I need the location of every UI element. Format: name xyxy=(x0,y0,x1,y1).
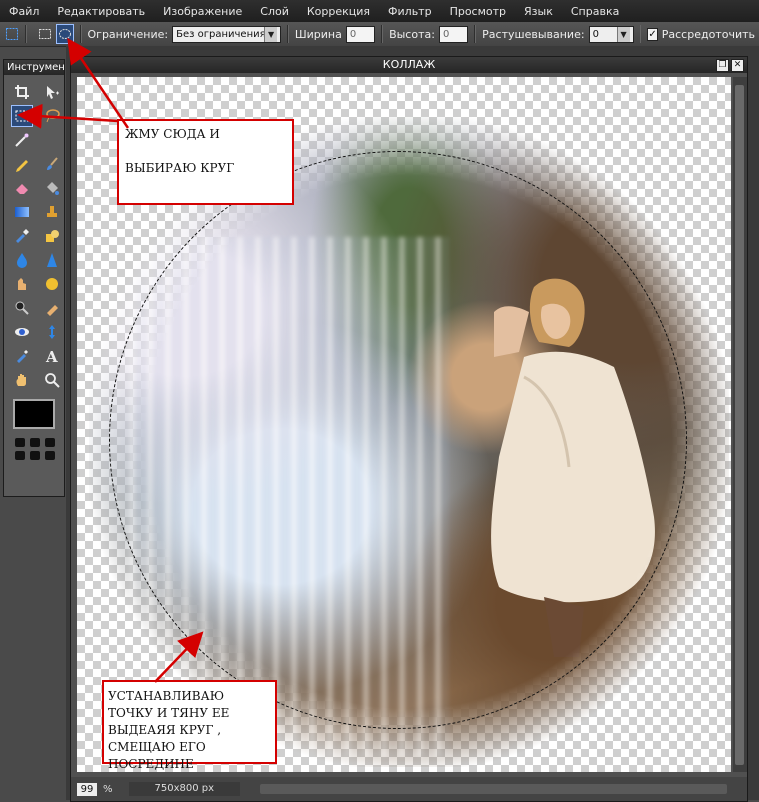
pencil-tool-icon[interactable] xyxy=(11,153,33,175)
vertical-scrollbar[interactable] xyxy=(733,77,747,772)
rect-selection-mode-button[interactable] xyxy=(37,25,52,43)
divider xyxy=(639,25,642,43)
chevron-down-icon: ▼ xyxy=(264,26,278,42)
menu-file[interactable]: Файл xyxy=(0,5,48,18)
zoom-tool-icon[interactable] xyxy=(41,369,63,391)
menu-bar: Файл Редактировать Изображение Слой Корр… xyxy=(0,0,759,23)
menu-view[interactable]: Просмотр xyxy=(441,5,515,18)
annotation-top-line2: ВЫБИРАЮ КРУГ xyxy=(125,161,235,175)
divider xyxy=(25,25,28,43)
annotation-top-line1: ЖМУ СЮДА И xyxy=(125,127,220,141)
zoom-input[interactable]: 99 xyxy=(77,782,97,796)
svg-text:A: A xyxy=(45,348,58,364)
brush-tool-icon[interactable] xyxy=(41,153,63,175)
blur-tool-icon[interactable] xyxy=(11,249,33,271)
menu-help[interactable]: Справка xyxy=(562,5,628,18)
scroll-thumb[interactable] xyxy=(735,85,744,765)
clone-stamp-tool-icon[interactable] xyxy=(41,201,63,223)
maximize-icon[interactable]: ❐ xyxy=(716,59,729,72)
eraser-tool-icon[interactable] xyxy=(11,177,33,199)
constraint-label: Ограничение: xyxy=(87,27,169,41)
document-titlebar: КОЛЛАЖ ❐ ✕ xyxy=(71,57,747,73)
menu-language[interactable]: Язык xyxy=(515,5,562,18)
height-label: Высота: xyxy=(389,27,435,41)
divider xyxy=(474,25,477,43)
marquee-tool-indicator-icon xyxy=(4,25,19,43)
constraint-value: Без ограничения xyxy=(176,28,265,40)
menu-edit[interactable]: Редактировать xyxy=(48,5,154,18)
red-eye-tool-icon[interactable] xyxy=(11,321,33,343)
divider xyxy=(79,25,82,43)
annotation-note-top: ЖМУ СЮДА И ВЫБИРАЮ КРУГ xyxy=(117,119,294,205)
height-input[interactable]: 0 xyxy=(438,25,469,43)
color-replace-tool-icon[interactable] xyxy=(11,225,33,247)
width-label: Ширина xyxy=(294,27,342,41)
feather-value: 0 xyxy=(592,28,599,40)
zoom-unit: % xyxy=(103,783,113,795)
constraint-select[interactable]: Без ограничения ▼ xyxy=(172,25,282,43)
preset-swatch[interactable] xyxy=(45,451,55,460)
tools-panel-title: Инструменты xyxy=(4,60,64,75)
preset-swatch[interactable] xyxy=(15,451,25,460)
gradient-tool-icon[interactable] xyxy=(11,201,33,223)
sharpen-tool-icon[interactable] xyxy=(41,249,63,271)
foreground-color-swatch[interactable] xyxy=(13,399,55,429)
tools-panel: Инструменты A xyxy=(3,59,65,497)
feather-label: Растушевывание: xyxy=(482,27,585,41)
annotation-note-bottom: УСТАНАВЛИВАЮ ТОЧКУ И ТЯНУ ЕЕ ВЫДЕАЯЯ КРУ… xyxy=(102,680,277,771)
type-tool-icon[interactable]: A xyxy=(41,345,63,367)
chevron-down-icon: ▼ xyxy=(616,26,630,42)
menu-filter[interactable]: Фильтр xyxy=(379,5,441,18)
burn-tool-icon[interactable] xyxy=(41,297,63,319)
paint-bucket-tool-icon[interactable] xyxy=(41,177,63,199)
smudge-tool-icon[interactable] xyxy=(11,273,33,295)
horizontal-scrollbar[interactable] xyxy=(260,784,727,794)
preset-swatch[interactable] xyxy=(30,438,40,447)
preset-swatch[interactable] xyxy=(15,438,25,447)
ellipse-selection-mode-button[interactable] xyxy=(56,24,74,44)
antialias-label: Рассредоточить xyxy=(661,27,755,41)
sponge-tool-icon[interactable] xyxy=(41,273,63,295)
magic-wand-tool-icon[interactable] xyxy=(11,129,33,151)
color-picker-tool-icon[interactable] xyxy=(11,345,33,367)
empty-slot xyxy=(41,129,63,151)
document-title: КОЛЛАЖ xyxy=(382,58,436,71)
options-bar: Ограничение: Без ограничения ▼ Ширина 0 … xyxy=(0,22,759,47)
close-icon[interactable]: ✕ xyxy=(731,59,744,72)
menu-image[interactable]: Изображение xyxy=(154,5,251,18)
preset-swatch[interactable] xyxy=(30,451,40,460)
menu-layer[interactable]: Слой xyxy=(251,5,298,18)
color-presets xyxy=(15,438,64,460)
dodge-tool-icon[interactable] xyxy=(11,297,33,319)
divider xyxy=(381,25,384,43)
spot-heal-tool-icon[interactable] xyxy=(41,321,63,343)
lasso-tool-icon[interactable] xyxy=(41,105,63,127)
ellipse-selection-marquee xyxy=(109,151,687,729)
feather-select[interactable]: 0 ▼ xyxy=(588,25,634,43)
width-input[interactable]: 0 xyxy=(345,25,376,43)
marquee-tool-icon[interactable] xyxy=(11,105,33,127)
antialias-checkbox[interactable]: ✓ xyxy=(647,27,658,41)
preset-swatch[interactable] xyxy=(45,438,55,447)
image-size-readout: 750x800 px xyxy=(128,782,241,796)
status-bar: 99 % 750x800 px xyxy=(71,777,747,801)
hand-tool-icon[interactable] xyxy=(11,369,33,391)
crop-tool-icon[interactable] xyxy=(11,81,33,103)
tool-grid: A xyxy=(4,75,64,391)
drawing-tool-icon[interactable] xyxy=(41,225,63,247)
move-tool-icon[interactable] xyxy=(41,81,63,103)
divider xyxy=(287,25,289,43)
menu-adjustment[interactable]: Коррекция xyxy=(298,5,379,18)
